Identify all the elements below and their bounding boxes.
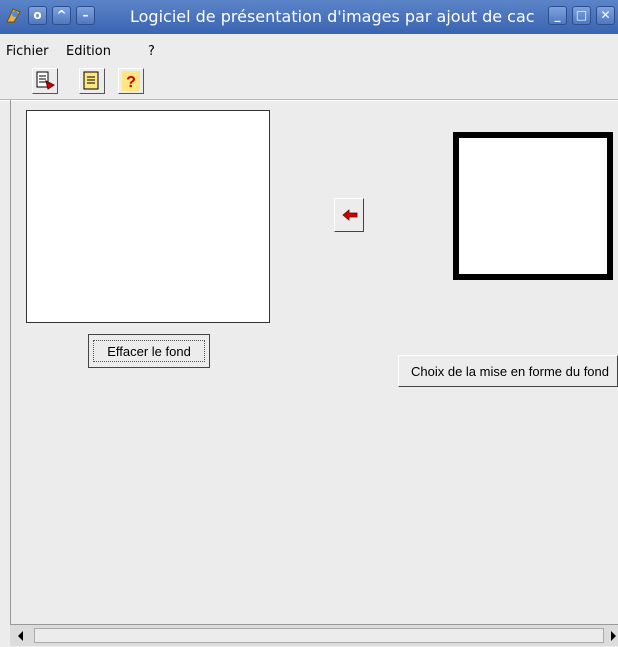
source-image-frame[interactable] bbox=[26, 110, 270, 323]
scroll-right-icon[interactable] bbox=[608, 628, 618, 647]
window-title: Logiciel de présentation d'images par aj… bbox=[130, 7, 535, 26]
menu-help[interactable]: ? bbox=[148, 44, 155, 59]
clear-background-label: Effacer le fond bbox=[93, 340, 205, 362]
clear-background-button[interactable]: Effacer le fond bbox=[88, 334, 210, 368]
help-button[interactable]: ? bbox=[118, 68, 144, 94]
apply-arrow-button[interactable] bbox=[334, 198, 364, 232]
menu-bar: Fichier Edition ? bbox=[0, 34, 618, 66]
horizontal-scrollbar[interactable] bbox=[10, 624, 618, 646]
left-edge bbox=[10, 100, 11, 624]
frame-preview[interactable] bbox=[453, 132, 613, 280]
iconify-icon[interactable]: _ bbox=[548, 6, 567, 25]
document-button[interactable] bbox=[79, 68, 105, 94]
menu-edition[interactable]: Edition bbox=[66, 44, 111, 59]
svg-text:?: ? bbox=[126, 74, 136, 91]
app-icon[interactable] bbox=[4, 6, 23, 25]
shade-icon[interactable]: ^ bbox=[52, 6, 71, 25]
scrollbar-track[interactable] bbox=[34, 628, 604, 643]
open-button[interactable] bbox=[32, 68, 58, 94]
maximize-icon[interactable]: □ bbox=[572, 6, 591, 25]
menu-fichier[interactable]: Fichier bbox=[6, 44, 49, 59]
title-bar: o ^ – Logiciel de présentation d'images … bbox=[0, 0, 618, 34]
scroll-left-icon[interactable] bbox=[16, 628, 26, 647]
minimize-menu-icon[interactable]: – bbox=[76, 6, 95, 25]
pin-icon[interactable]: o bbox=[28, 6, 47, 25]
close-icon[interactable]: ✕ bbox=[596, 6, 615, 25]
toolbar-separator bbox=[0, 99, 618, 101]
background-format-button[interactable]: Choix de la mise en forme du fond bbox=[398, 355, 618, 387]
